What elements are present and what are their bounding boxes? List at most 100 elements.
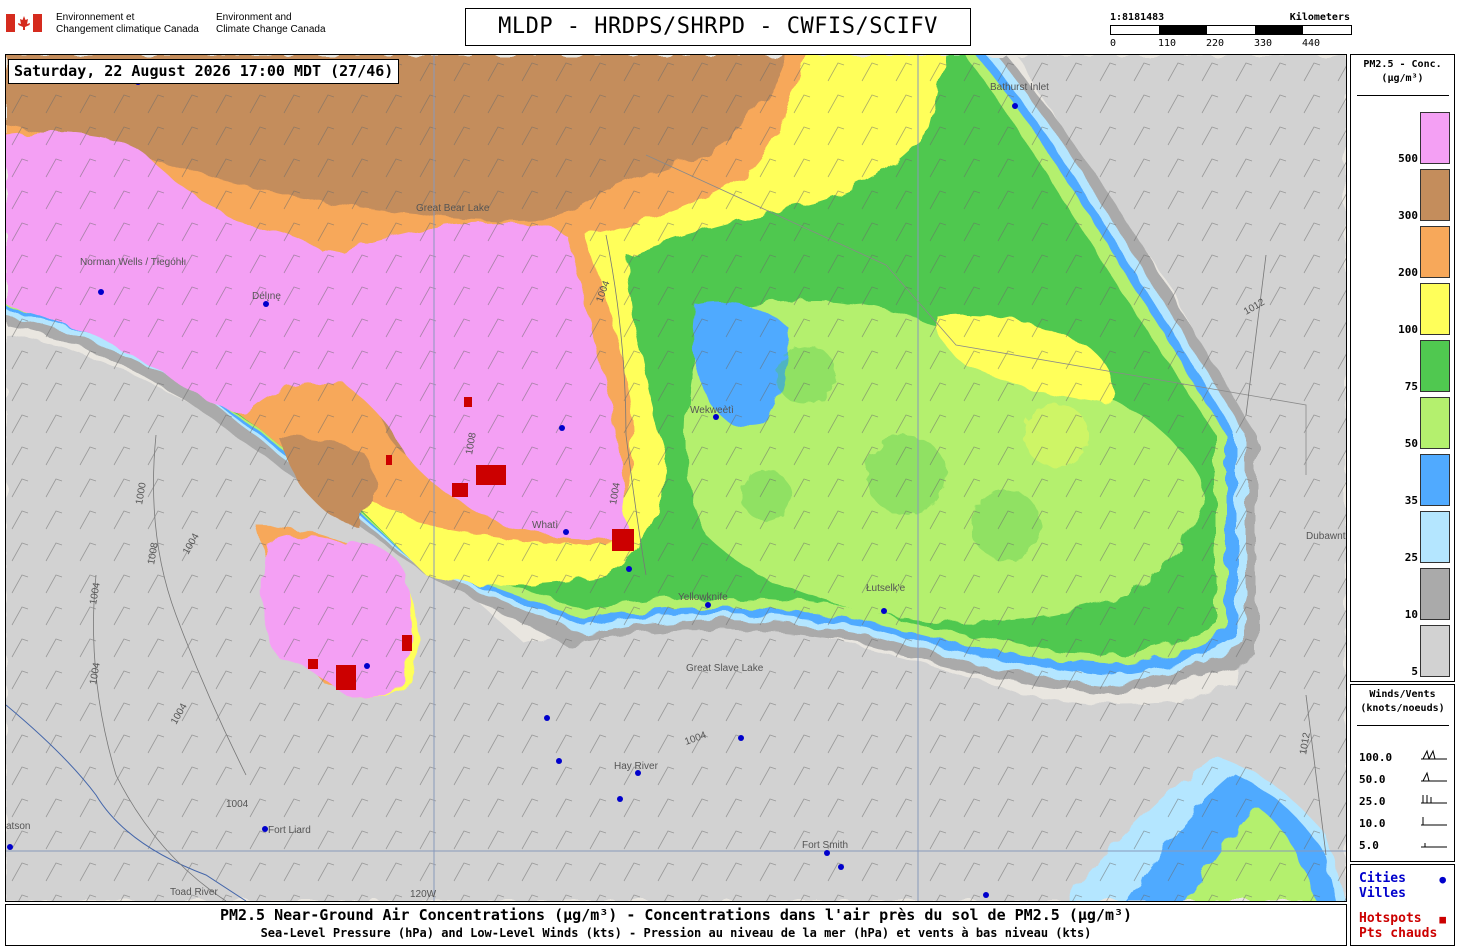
- label-watson: atson: [6, 821, 30, 832]
- wind-barb-25-icon: [1421, 795, 1447, 804]
- hotspot-cluster: [336, 665, 356, 690]
- legend-level-label: 200: [1398, 266, 1418, 279]
- legend-swatch: [1420, 625, 1450, 677]
- caption-line-2: Sea-Level Pressure (hPa) and Low-Level W…: [260, 926, 1092, 940]
- legend-level-label: 75: [1404, 380, 1418, 393]
- map-caption: PM2.5 Near-Ground Air Concentrations (µg…: [5, 904, 1347, 946]
- wind-speed-label: 100.0: [1359, 751, 1393, 764]
- wind-legend: Winds/Vents (knots/noeuds) 100.0 50.0 25…: [1350, 684, 1455, 862]
- city-dot-icon: ●: [1439, 873, 1446, 886]
- wind-legend-title: Winds/Vents: [1369, 689, 1436, 700]
- legend-swatch: [1420, 112, 1450, 164]
- key-villes: Villes: [1359, 886, 1406, 901]
- wind-barb-50-icon: [1421, 771, 1447, 782]
- legend-level-label: 5: [1411, 665, 1418, 678]
- legend-swatch: [1420, 169, 1450, 221]
- scale-ratio: 1:8181483: [1110, 12, 1165, 23]
- city-marker: [838, 864, 844, 870]
- legend-swatch: [1420, 283, 1450, 335]
- agency-name-english: Environment and Climate Change Canada: [216, 12, 326, 35]
- legend-divider: [1357, 95, 1449, 96]
- scale-unit: Kilometers: [1289, 12, 1350, 23]
- city-marker: [738, 735, 744, 741]
- wind-barb-10-icon: [1421, 817, 1447, 826]
- label-great-slave-lake: Great Slave Lake: [686, 663, 764, 674]
- wind-speed-label: 25.0: [1359, 795, 1386, 808]
- caption-line-1: PM2.5 Near-Ground Air Concentrations (µg…: [219, 906, 1133, 924]
- hotspot-cluster: [308, 659, 318, 669]
- map-canvas: 1004 1008 1004 1012 1000 1008 1004 1004 …: [6, 55, 1346, 901]
- forecast-timestamp: Saturday, 22 August 2026 17:00 MDT (27/4…: [8, 59, 400, 84]
- label-meridian: 120W: [410, 889, 437, 900]
- scale-tick: 110: [1158, 38, 1177, 49]
- wind-speed-label: 5.0: [1359, 839, 1379, 852]
- legend-level-label: 500: [1398, 152, 1418, 165]
- scale-bar: 1:8181483 Kilometers 0 110 220 330 440: [1108, 10, 1354, 50]
- symbol-key: Cities Villes ● Hotspots Pts chauds ■: [1350, 864, 1455, 946]
- legend-level-label: 10: [1404, 608, 1418, 621]
- pm25-legend: PM2.5 - Conc. (µg/m³) 500 300 200 100 75 50 35…: [1350, 54, 1455, 682]
- hotspot-cluster: [464, 397, 472, 407]
- scale-tick: 0: [1110, 38, 1117, 49]
- hotspot-cluster: [452, 483, 468, 497]
- label-hay-river: Hay River: [614, 761, 659, 772]
- hotspot-cluster: [402, 635, 412, 651]
- legend-unit: (µg/m³): [1381, 73, 1424, 84]
- legend-swatch: [1420, 454, 1450, 506]
- city-marker: [98, 289, 104, 295]
- eccc-logo: Environnement et Changement climatique C…: [6, 12, 346, 40]
- legend-swatch: [1420, 568, 1450, 620]
- city-marker: [556, 758, 562, 764]
- legend-level-label: 50: [1404, 437, 1418, 450]
- smoke-forecast-map: 1004 1008 1004 1012 1000 1008 1004 1004 …: [5, 54, 1347, 902]
- hotspot-cluster: [476, 465, 506, 485]
- label-dubawnt-lake: Dubawnt Lake: [1306, 531, 1346, 542]
- label-great-bear-lake: Great Bear Lake: [416, 203, 490, 214]
- isobar-label: 1004: [226, 799, 249, 810]
- label-bathurst-inlet: Bathurst Inlet: [990, 82, 1049, 93]
- scale-tick: 330: [1254, 38, 1273, 49]
- label-lutselke: Łutselk'e: [866, 583, 906, 594]
- legend-level-label: 35: [1404, 494, 1418, 507]
- legend-level-label: 100: [1398, 323, 1418, 336]
- key-hotspots: Hotspots: [1359, 911, 1422, 926]
- wind-barb-icons: [1421, 749, 1447, 848]
- agency-name-french: Environnement et Changement climatique C…: [56, 12, 199, 35]
- hotspot-cluster: [612, 529, 634, 551]
- city-marker: [7, 844, 13, 850]
- city-marker: [617, 796, 623, 802]
- legend-level-label: 300: [1398, 209, 1418, 222]
- scale-bar-graphic: [1110, 25, 1352, 35]
- city-marker: [364, 663, 370, 669]
- label-toad-river: Toad River: [170, 887, 218, 898]
- city-marker: [563, 529, 569, 535]
- key-pts-chauds: Pts chauds: [1359, 926, 1438, 941]
- product-title: MLDP - HRDPS/SHRPD - CWFIS/SCIFV: [465, 8, 971, 46]
- legend-swatch: [1420, 511, 1450, 563]
- legend-swatch: [1420, 340, 1450, 392]
- legend-swatch: [1420, 226, 1450, 278]
- scale-tick: 440: [1302, 38, 1321, 49]
- hotspot-cluster: [386, 455, 392, 465]
- city-marker: [626, 566, 632, 572]
- wind-legend-unit: (knots/noeuds): [1360, 703, 1445, 714]
- label-norman-wells: Norman Wells / Tłegóhłı: [80, 257, 186, 268]
- city-marker: [881, 608, 887, 614]
- city-marker: [559, 425, 565, 431]
- wind-speed-label: 50.0: [1359, 773, 1386, 786]
- canada-flag-icon: [6, 14, 42, 32]
- wind-legend-divider: [1357, 725, 1449, 726]
- label-deline: Délı̨nę: [252, 291, 281, 302]
- city-marker: [1012, 103, 1018, 109]
- city-marker: [544, 715, 550, 721]
- label-whati: Whatì: [532, 520, 558, 531]
- hotspot-square-icon: ■: [1439, 913, 1446, 926]
- wind-barb-5-icon: [1421, 843, 1447, 848]
- key-cities: Cities: [1359, 871, 1406, 886]
- scale-tick: 220: [1206, 38, 1225, 49]
- city-marker: [983, 892, 989, 898]
- legend-title: PM2.5 - Conc.: [1363, 59, 1442, 70]
- label-fort-smith: Fort Smith: [802, 840, 848, 851]
- legend-level-label: 25: [1404, 551, 1418, 564]
- wind-speed-label: 10.0: [1359, 817, 1386, 830]
